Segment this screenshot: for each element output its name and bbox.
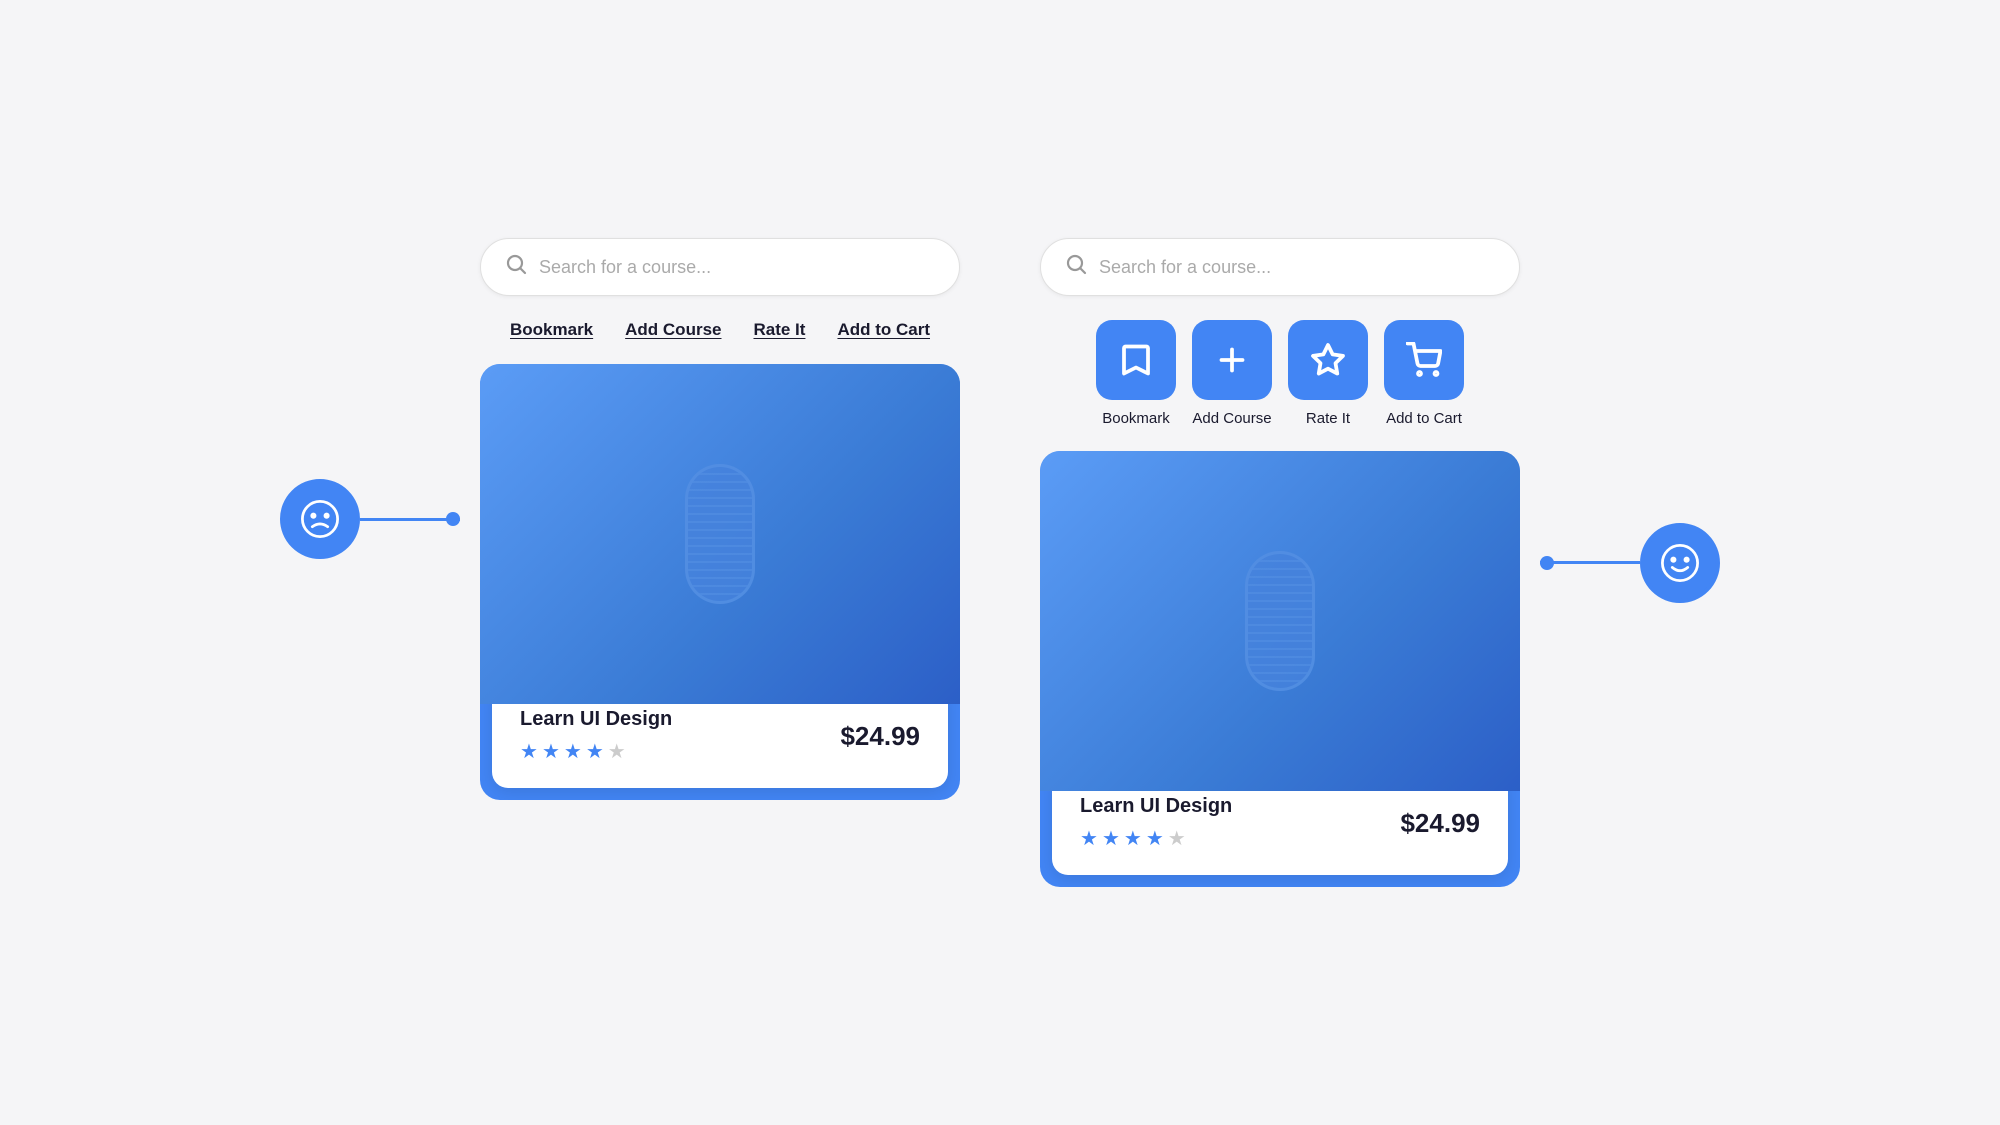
right-star-2: ★ (1102, 826, 1120, 851)
left-emoji-slider (280, 479, 460, 559)
btn-group-rate-it: Rate It (1288, 320, 1368, 427)
right-card-left: Learn UI Design ★ ★ ★ ★ ★ (1080, 795, 1232, 851)
left-slider-dot[interactable] (446, 512, 460, 526)
left-slider-line (360, 518, 460, 521)
tab-add-to-cart[interactable]: Add to Cart (837, 320, 930, 340)
left-panel: Search for a course... Bookmark Add Cour… (480, 238, 960, 800)
btn-group-add-course: Add Course (1192, 320, 1272, 427)
sad-emoji (280, 479, 360, 559)
btn-group-bookmark: Bookmark (1096, 320, 1176, 427)
right-card-stars: ★ ★ ★ ★ ★ (1080, 826, 1232, 851)
tab-bookmark[interactable]: Bookmark (510, 320, 593, 340)
right-star-4: ★ (1146, 826, 1164, 851)
right-icon-buttons: Bookmark Add Course R (1096, 320, 1464, 427)
add-course-button[interactable] (1192, 320, 1272, 400)
bookmark-button[interactable] (1096, 320, 1176, 400)
right-card-price: $24.99 (1400, 808, 1480, 839)
left-search-placeholder: Search for a course... (539, 257, 711, 278)
right-card-title: Learn UI Design (1080, 795, 1232, 818)
main-container: Search for a course... Bookmark Add Cour… (440, 198, 1560, 927)
left-card-price: $24.99 (840, 721, 920, 752)
right-star-5: ★ (1168, 826, 1186, 851)
left-mic-shape (685, 464, 755, 604)
add-course-label: Add Course (1192, 410, 1271, 427)
right-search-icon (1065, 253, 1087, 281)
star-3: ★ (564, 739, 582, 764)
left-course-card: Learn UI Design ★ ★ ★ ★ ★ $24.99 (480, 364, 960, 800)
bookmark-label: Bookmark (1102, 410, 1170, 427)
left-card-title: Learn UI Design (520, 708, 672, 731)
left-nav-tabs: Bookmark Add Course Rate It Add to Cart (510, 320, 930, 340)
right-search-bar[interactable]: Search for a course... (1040, 238, 1520, 296)
right-slider-dot[interactable] (1540, 556, 1554, 570)
right-search-placeholder: Search for a course... (1099, 257, 1271, 278)
add-to-cart-label: Add to Cart (1386, 410, 1462, 427)
right-slider-line (1540, 561, 1640, 564)
right-course-card: Learn UI Design ★ ★ ★ ★ ★ $24.99 (1040, 451, 1520, 887)
right-star-1: ★ (1080, 826, 1098, 851)
happy-emoji (1640, 523, 1720, 603)
left-card-image (480, 364, 960, 704)
btn-group-add-to-cart: Add to Cart (1384, 320, 1464, 427)
add-to-cart-button[interactable] (1384, 320, 1464, 400)
right-star-3: ★ (1124, 826, 1142, 851)
star-5: ★ (608, 739, 626, 764)
left-card-left: Learn UI Design ★ ★ ★ ★ ★ (520, 708, 672, 764)
star-1: ★ (520, 739, 538, 764)
right-card-image (1040, 451, 1520, 791)
left-search-icon (505, 253, 527, 281)
star-4: ★ (586, 739, 604, 764)
rate-it-button[interactable] (1288, 320, 1368, 400)
right-panel: Search for a course... Bookmark (1040, 238, 1520, 887)
rate-it-label: Rate It (1306, 410, 1350, 427)
right-mic-shape (1245, 551, 1315, 691)
right-emoji-slider (1540, 523, 1720, 603)
star-2: ★ (542, 739, 560, 764)
tab-add-course[interactable]: Add Course (625, 320, 721, 340)
left-card-stars: ★ ★ ★ ★ ★ (520, 739, 672, 764)
left-search-bar[interactable]: Search for a course... (480, 238, 960, 296)
tab-rate-it[interactable]: Rate It (753, 320, 805, 340)
